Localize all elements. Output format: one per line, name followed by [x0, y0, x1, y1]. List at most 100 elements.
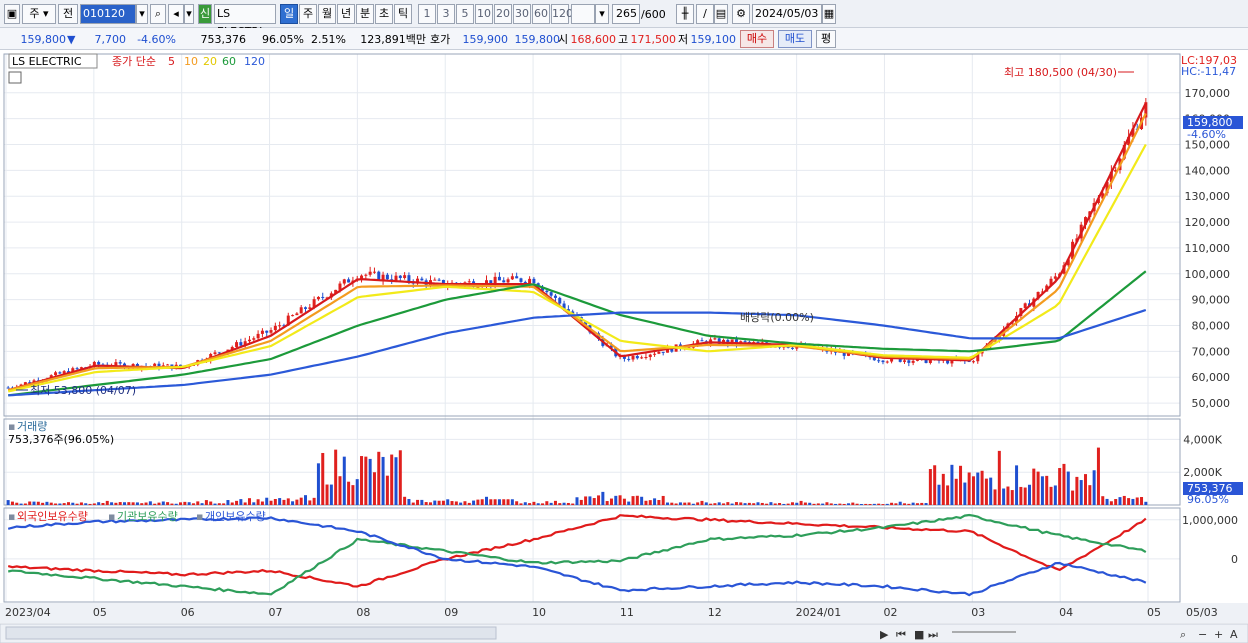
- volume-bar: [321, 452, 325, 505]
- scroll-right-icon[interactable]: ▶: [880, 628, 889, 641]
- volume-bar: [950, 464, 954, 505]
- x-tick: 06: [181, 606, 195, 619]
- stock-code-input[interactable]: 010120: [80, 4, 136, 24]
- eval-button[interactable]: 평: [816, 30, 836, 48]
- candle-body: [437, 279, 441, 281]
- sell-button[interactable]: 매도: [778, 30, 812, 48]
- stock-name-field[interactable]: LS ELECTRI: [214, 4, 276, 38]
- price-y-tick: 50,000: [1192, 397, 1231, 410]
- period-tab-6[interactable]: 틱: [394, 4, 412, 24]
- stop-icon[interactable]: ■: [914, 628, 924, 641]
- candle-body: [299, 307, 303, 314]
- volume-bar: [838, 503, 842, 505]
- x-tick: 04: [1059, 606, 1073, 619]
- volume-bar: [360, 456, 364, 505]
- volume-bar: [247, 498, 251, 505]
- volume-bar: [1127, 498, 1131, 505]
- volume-bar: [291, 501, 295, 505]
- market-select[interactable]: 주 ▾: [22, 4, 56, 24]
- open-label: 시: [558, 33, 569, 46]
- volume-bar: [213, 503, 217, 505]
- volume-bar: [1088, 485, 1092, 505]
- volume-bar: [1075, 476, 1079, 505]
- prev-button[interactable]: 전: [58, 4, 78, 24]
- zoom-out-icon[interactable]: −: [1198, 628, 1207, 641]
- period-tab-3[interactable]: 년: [337, 4, 355, 24]
- interval-button-120[interactable]: 120: [551, 4, 573, 24]
- interval-button-20[interactable]: 20: [494, 4, 512, 24]
- volume-bar: [334, 449, 338, 505]
- volume-bar: [726, 502, 730, 505]
- period-tab-0[interactable]: 일: [280, 4, 298, 24]
- period-tab-1[interactable]: 주: [299, 4, 317, 24]
- volume-bar: [131, 502, 135, 505]
- volume-bar: [84, 503, 88, 505]
- count-input[interactable]: 265: [612, 4, 640, 24]
- volume-bar: [618, 495, 622, 505]
- interval-dropdown-icon[interactable]: ▾: [595, 4, 609, 24]
- date-input[interactable]: 2024/05/03: [752, 4, 822, 24]
- rewind-icon[interactable]: ⏮: [896, 628, 906, 641]
- draw-tool-icon[interactable]: ∕: [696, 4, 714, 24]
- save-icon[interactable]: ▤: [714, 4, 728, 24]
- period-tab-2[interactable]: 월: [318, 4, 336, 24]
- horizontal-scrollbar[interactable]: [5, 626, 497, 640]
- volume-bar: [463, 501, 467, 505]
- legend-ma10: 10: [184, 55, 198, 68]
- settings-gear-icon[interactable]: ⚙: [732, 4, 750, 24]
- interval-button-3[interactable]: 3: [437, 4, 455, 24]
- auto-scale-icon[interactable]: A: [1230, 628, 1238, 641]
- volume-bar: [127, 502, 131, 505]
- volume-bar: [549, 502, 553, 505]
- volume-bar: [183, 501, 187, 505]
- volume-bar: [541, 503, 545, 505]
- volume-bar: [476, 499, 480, 505]
- volume-bar: [730, 503, 734, 505]
- volume-bar: [204, 500, 208, 505]
- volume-bar: [635, 495, 639, 505]
- magnifier-icon[interactable]: ⌕: [1180, 628, 1186, 641]
- period-tab-4[interactable]: 분: [356, 4, 374, 24]
- grid-toggle-icon[interactable]: [8, 71, 22, 84]
- volume-bar: [816, 503, 820, 505]
- calendar-icon[interactable]: ▦: [822, 4, 836, 24]
- chart-area[interactable]: 170,000160,000150,000140,000130,000120,0…: [0, 50, 1248, 643]
- speaker-dropdown-icon[interactable]: ▾: [184, 4, 194, 24]
- zoom-in-icon[interactable]: +: [1214, 628, 1223, 641]
- candle-body: [153, 363, 157, 367]
- volume-bar: [532, 501, 536, 505]
- volume-bar: [226, 500, 230, 505]
- volume-bar: [88, 503, 92, 505]
- holdings-label-foreign: 외국인보유수량: [17, 510, 88, 523]
- window-icon[interactable]: ▣: [4, 4, 20, 24]
- search-icon[interactable]: ⌕: [150, 4, 166, 24]
- interval-button-60[interactable]: 60: [532, 4, 550, 24]
- interval-button-30[interactable]: 30: [513, 4, 531, 24]
- buy-button[interactable]: 매수: [740, 30, 774, 48]
- volume-bar: [946, 485, 950, 505]
- volume-bar: [644, 500, 648, 505]
- candle-body: [653, 353, 657, 355]
- low-label: 저: [678, 33, 689, 46]
- interval-button-1[interactable]: 1: [418, 4, 436, 24]
- interval-input[interactable]: [571, 4, 595, 24]
- volume-bar: [967, 472, 971, 505]
- volume-ratio: 96.05%: [262, 33, 304, 46]
- volume-bar: [252, 502, 256, 505]
- volume-bar: [657, 499, 661, 505]
- price-y-tick: 60,000: [1192, 371, 1231, 384]
- volume-bar: [394, 457, 398, 505]
- volume-bar: [265, 497, 269, 505]
- volume-bar: [765, 503, 769, 505]
- volume-bar: [1006, 486, 1010, 505]
- interval-button-10[interactable]: 10: [475, 4, 493, 24]
- forward-icon[interactable]: ⏭: [928, 628, 938, 641]
- volume-bar: [907, 503, 911, 505]
- speaker-icon[interactable]: ◂: [168, 4, 184, 24]
- candle-type-icon[interactable]: ╫: [676, 4, 694, 24]
- volume-bar: [278, 498, 282, 505]
- candle-body: [640, 357, 644, 359]
- interval-button-5[interactable]: 5: [456, 4, 474, 24]
- period-tab-5[interactable]: 초: [375, 4, 393, 24]
- stock-code-dropdown-icon[interactable]: ▾: [136, 4, 148, 24]
